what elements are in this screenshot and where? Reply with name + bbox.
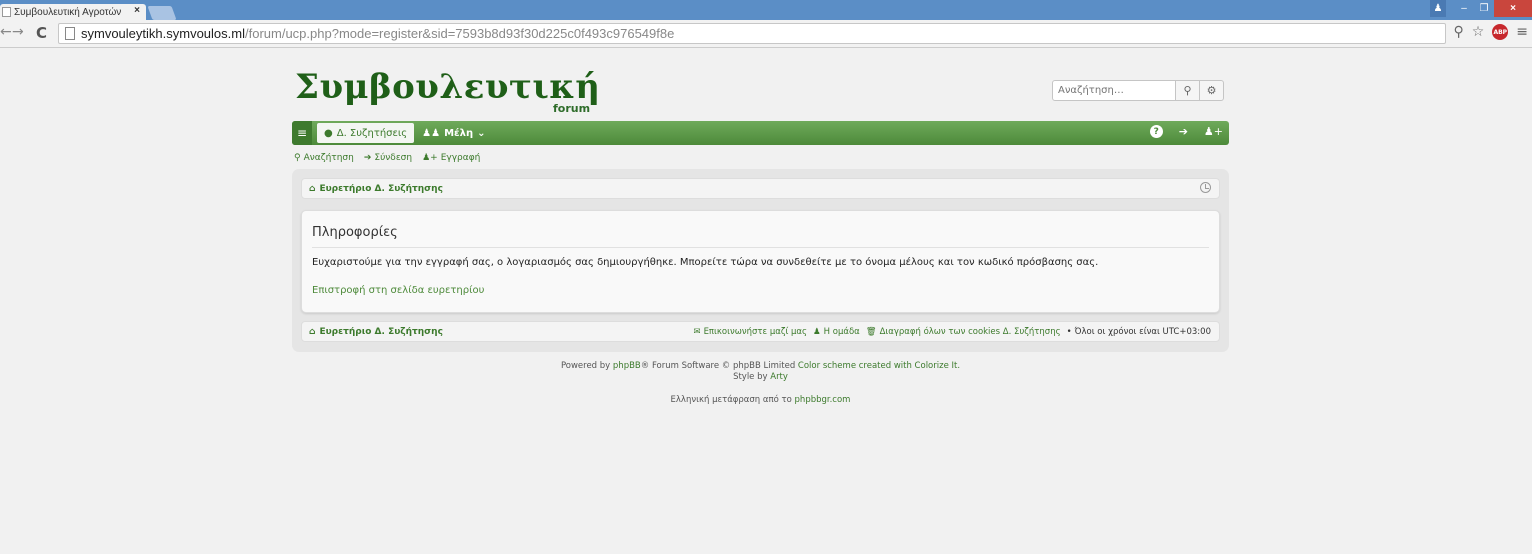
timezone-label: Όλοι οι χρόνοι είναι UTC+03:00 — [1074, 326, 1211, 337]
forward-icon[interactable]: → — [12, 24, 24, 40]
adblock-icon[interactable]: ABP — [1492, 24, 1509, 40]
navbar-right-actions: ? ➔ ♟+ — [1149, 125, 1223, 138]
page-icon — [2, 7, 11, 17]
footer-bar: ⌂ Ευρετήριο Δ. Συζήτησης ✉ Επικοινωνήστε … — [301, 321, 1220, 342]
close-window-button[interactable]: × — [1494, 0, 1532, 17]
browser-toolbar: ← → C symvouleytikh.symvoulos.ml/forum/u… — [0, 20, 1532, 48]
translation-prefix: Ελληνική μετάφραση από το — [670, 395, 792, 405]
hamburger-menu-icon[interactable]: ≡ — [292, 121, 312, 145]
minimize-button[interactable]: – — [1454, 0, 1474, 17]
home-icon: ⌂ — [309, 183, 316, 194]
panel-divider — [312, 247, 1209, 248]
quicklink-search-label: Αναζήτηση — [303, 153, 354, 163]
breadcrumb: ⌂ Ευρετήριο Δ. Συζήτησης — [301, 178, 1220, 199]
nav-forum-label: Δ. Συζητήσεις — [336, 127, 408, 139]
url-host: symvouleytikh.symvoulos.ml — [81, 26, 245, 41]
powered-prefix: Powered by — [560, 361, 611, 371]
phpbb-link[interactable]: phpBB — [613, 361, 641, 371]
address-bar[interactable]: symvouleytikh.symvoulos.ml/forum/ucp.php… — [58, 23, 1446, 44]
browser-tab[interactable]: Συμβουλευτική Αγροτών × — [0, 4, 146, 20]
tab-title: Συμβουλευτική Αγροτών — [14, 6, 122, 18]
menu-icon[interactable]: ≡ — [1516, 24, 1528, 40]
style-by-prefix: Style by — [733, 372, 768, 382]
team-icon: ♟ — [813, 326, 821, 337]
chevron-down-icon: ⌄ — [477, 127, 486, 139]
team-label: Η ομάδα — [823, 326, 860, 337]
trash-icon: 🗑 — [865, 326, 877, 337]
user-profile-icon[interactable]: ♟ — [1430, 0, 1446, 17]
register-icon[interactable]: ♟+ — [1204, 125, 1223, 138]
contact-label: Επικοινωνήστε μαζί μας — [703, 326, 808, 337]
delete-cookies-link[interactable]: 🗑 Διαγραφή όλων των cookies Δ. Συζήτησης — [866, 327, 1061, 337]
maximize-button[interactable]: ❐ — [1474, 0, 1494, 17]
back-icon[interactable]: ← — [0, 24, 12, 40]
quicklink-search[interactable]: ⚲ Αναζήτηση — [294, 153, 354, 163]
home-icon: ⌂ — [309, 326, 316, 337]
search-input[interactable] — [1052, 80, 1176, 101]
quicklink-login-label: Σύνδεση — [374, 153, 413, 163]
search-icon: ⚲ — [294, 153, 301, 163]
comment-icon: ● — [324, 127, 333, 139]
bookmark-star-icon[interactable]: ☆ — [1472, 24, 1485, 40]
credits-line-1: Powered by phpBB® Forum Software © phpBB… — [292, 361, 1229, 372]
phpbbgr-link[interactable]: phpbbgr.com — [795, 395, 851, 405]
login-icon[interactable]: ➔ — [1179, 125, 1188, 138]
nav-forum-tab[interactable]: ● Δ. Συζητήσεις — [317, 123, 415, 143]
register-icon: ♟+ — [422, 153, 438, 163]
powered-mid: ® Forum Software © phpBB Limited — [640, 361, 796, 371]
key-icon[interactable]: ⚲ — [1453, 24, 1463, 40]
quicklink-register-label: Εγγραφή — [440, 153, 481, 163]
search-box: ⚲ ⚙ — [1052, 80, 1228, 101]
help-icon[interactable]: ? — [1149, 125, 1163, 138]
credits: Powered by phpBB® Forum Software © phpBB… — [292, 361, 1229, 406]
forum-page: Συμβουλευτική forum ⚲ ⚙ ≡ ● Δ. Συζητήσει… — [292, 58, 1229, 405]
browser-titlebar: Συμβουλευτική Αγροτών × ♟ – ❐ × — [0, 0, 1532, 20]
team-link[interactable]: ♟ Η ομάδα — [813, 327, 860, 337]
url-path: /forum/ucp.php?mode=register&sid=7593b8d… — [245, 26, 675, 41]
info-panel: Πληροφορίες Ευχαριστούμε για την εγγραφή… — [301, 210, 1220, 313]
credits-line-2: Style by Arty — [292, 372, 1229, 383]
forum-header: Συμβουλευτική forum ⚲ ⚙ — [292, 58, 1229, 118]
clock-icon — [1200, 182, 1211, 193]
nav-members-label: Μέλη — [444, 127, 474, 139]
main-navbar: ≡ ● Δ. Συζητήσεις ♟♟ Μέλη ⌄ ? ➔ ♟+ — [292, 121, 1229, 145]
quick-links: ⚲ Αναζήτηση ➔ Σύνδεση ♟+ Εγγραφή — [294, 153, 480, 163]
quicklink-register[interactable]: ♟+ Εγγραφή — [422, 153, 480, 163]
envelope-icon: ✉ — [693, 326, 701, 337]
toolbar-actions: ⚲ ☆ ABP ≡ — [1453, 24, 1528, 40]
breadcrumb-index-link[interactable]: ⌂ Ευρετήριο Δ. Συζήτησης — [309, 184, 443, 194]
nav-members-menu[interactable]: ♟♟ Μέλη ⌄ — [422, 128, 485, 139]
members-icon: ♟♟ — [422, 127, 441, 139]
panel-title: Πληροφορίες — [312, 225, 398, 240]
content-wrap: ⌂ Ευρετήριο Δ. Συζήτησης Πληροφορίες Ευχ… — [292, 169, 1229, 352]
credits-line-3: Ελληνική μετάφραση από το phpbbgr.com — [292, 395, 1229, 406]
new-tab-button[interactable] — [147, 6, 177, 20]
panel-message: Ευχαριστούμε για την εγγραφή σας, ο λογα… — [312, 257, 1099, 268]
delete-cookies-label: Διαγραφή όλων των cookies Δ. Συζήτησης — [879, 326, 1061, 337]
footer-links: ✉ Επικοινωνήστε μαζί μας ♟ Η ομάδα 🗑 Διαγρα… — [693, 327, 1211, 337]
window-controls: ♟ – ❐ × — [1430, 0, 1532, 20]
footer-index-label: Ευρετήριο Δ. Συζήτησης — [319, 326, 443, 337]
breadcrumb-index-label: Ευρετήριο Δ. Συζήτησης — [319, 183, 443, 194]
site-logo[interactable]: Συμβουλευτική — [295, 67, 601, 107]
contact-link[interactable]: ✉ Επικοινωνήστε μαζί μας — [693, 327, 807, 337]
tab-close-icon[interactable]: × — [134, 5, 140, 16]
colorize-link[interactable]: Color scheme created with Colorize It. — [798, 361, 960, 371]
footer-index-link[interactable]: ⌂ Ευρετήριο Δ. Συζήτησης — [309, 327, 443, 337]
site-logo-sub: forum — [553, 102, 591, 115]
return-index-link[interactable]: Επιστροφή στη σελίδα ευρετηρίου — [312, 285, 484, 296]
login-icon: ➔ — [363, 153, 372, 163]
gear-icon[interactable]: ⚙ — [1200, 80, 1224, 101]
search-icon[interactable]: ⚲ — [1176, 80, 1200, 101]
reload-icon[interactable]: C — [36, 24, 47, 42]
timezone-text: • Όλοι οι χρόνοι είναι UTC+03:00 — [1066, 326, 1211, 337]
arty-link[interactable]: Arty — [770, 372, 788, 382]
quicklink-login[interactable]: ➔ Σύνδεση — [364, 153, 412, 163]
document-icon — [65, 27, 75, 40]
